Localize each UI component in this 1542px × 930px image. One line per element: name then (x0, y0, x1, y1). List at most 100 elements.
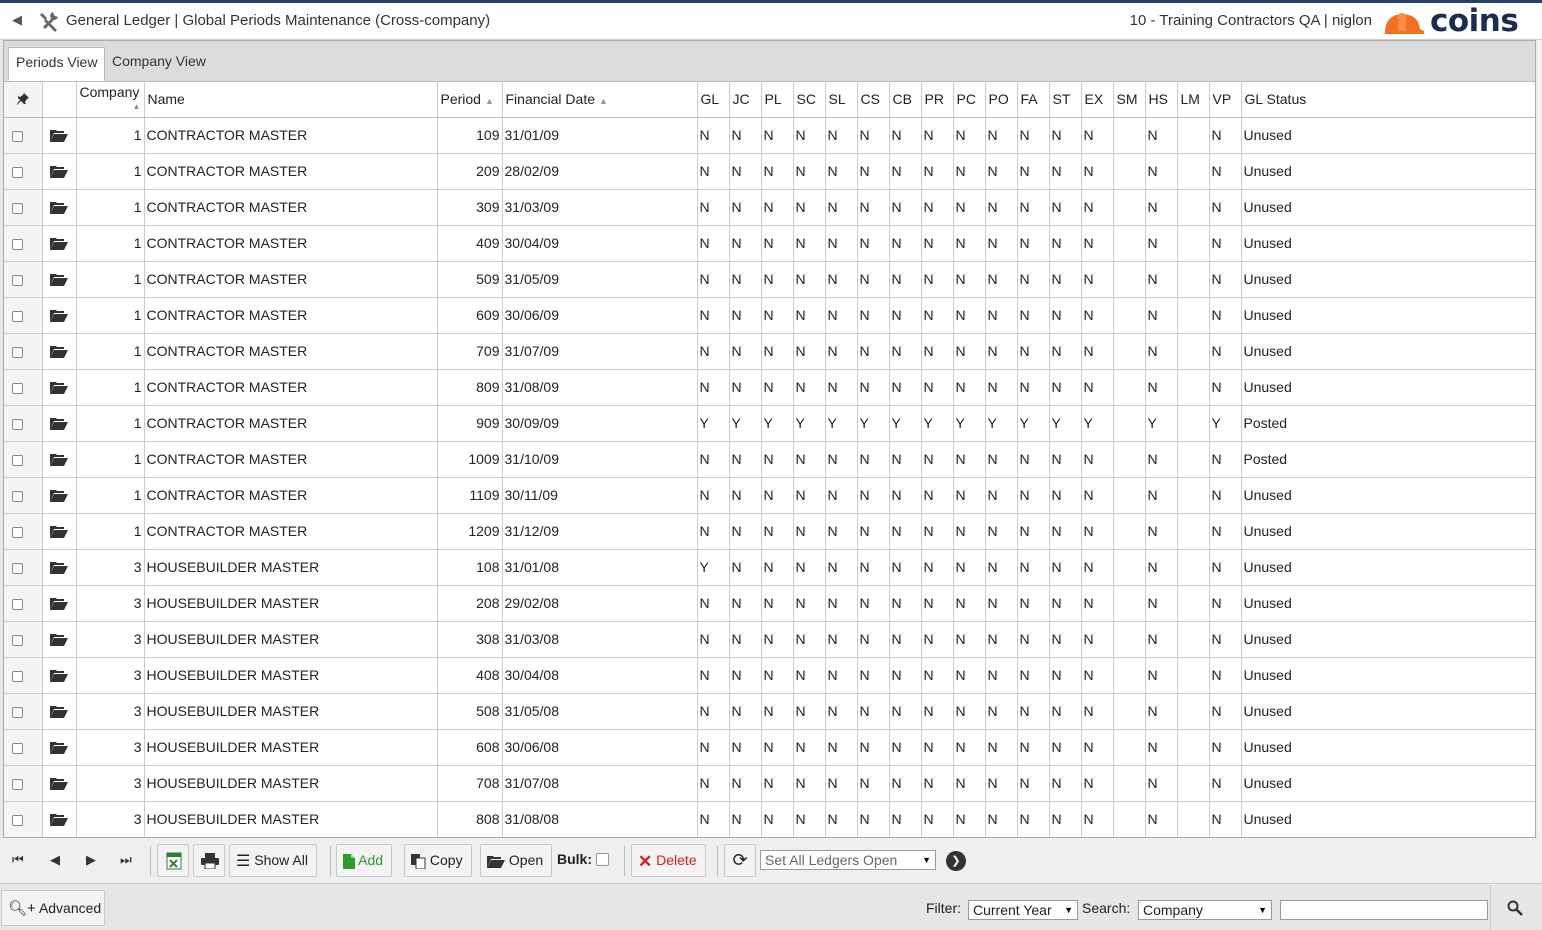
tab-periods-view[interactable]: Periods View (8, 47, 106, 81)
table-row[interactable]: 1 CONTRACTOR MASTER 209 28/02/09 N N N N N N N N N N N… (4, 153, 1535, 190)
column-header-company[interactable]: Company ▲ (76, 82, 145, 118)
folder-open-icon[interactable] (50, 597, 68, 610)
folder-open-icon[interactable] (50, 813, 68, 826)
folder-open-icon[interactable] (50, 309, 68, 322)
row-checkbox[interactable] (12, 598, 23, 610)
row-select-cell[interactable] (4, 585, 43, 622)
open-record-cell[interactable] (42, 585, 77, 622)
column-header-name[interactable]: Name (144, 82, 438, 118)
open-record-cell[interactable] (42, 297, 77, 334)
next-page-button[interactable]: ▶ (86, 852, 96, 868)
row-select-cell[interactable] (4, 261, 43, 298)
row-checkbox[interactable] (12, 526, 23, 538)
folder-open-icon[interactable] (50, 489, 68, 502)
folder-open-icon[interactable] (50, 345, 68, 358)
table-row[interactable]: 1 CONTRACTOR MASTER 1109 30/11/09 N N N N N N N N N N… (4, 477, 1535, 514)
folder-open-icon[interactable] (50, 777, 68, 790)
row-checkbox[interactable] (12, 166, 23, 178)
column-header-sl[interactable]: SL (825, 82, 858, 118)
row-checkbox[interactable] (12, 202, 23, 214)
folder-open-icon[interactable] (50, 237, 68, 250)
folder-open-icon[interactable] (50, 633, 68, 646)
open-record-cell[interactable] (42, 621, 77, 658)
row-checkbox[interactable] (12, 238, 23, 250)
table-row[interactable]: 3 HOUSEBUILDER MASTER 408 30/04/08 N N N N N N N N N… (4, 657, 1535, 694)
table-row[interactable]: 3 HOUSEBUILDER MASTER 208 29/02/08 N N N N N N N N N… (4, 585, 1535, 622)
row-select-cell[interactable] (4, 189, 43, 226)
column-header-lm[interactable]: LM (1177, 82, 1210, 118)
column-header-cs[interactable]: CS (857, 82, 890, 118)
table-row[interactable]: 3 HOUSEBUILDER MASTER 808 31/08/08 N N N N N N N N N… (4, 801, 1535, 837)
row-checkbox[interactable] (12, 418, 23, 430)
open-record-cell[interactable] (42, 261, 77, 298)
row-select-cell[interactable] (4, 765, 43, 802)
column-header-vp[interactable]: VP (1209, 82, 1242, 118)
go-arrow-button[interactable]: ❯ (946, 851, 966, 871)
row-select-cell[interactable] (4, 441, 43, 478)
open-record-cell[interactable] (42, 189, 77, 226)
row-checkbox[interactable] (12, 706, 23, 718)
row-checkbox[interactable] (12, 562, 23, 574)
folder-open-icon[interactable] (50, 381, 68, 394)
search-button[interactable] (1490, 885, 1542, 930)
folder-open-icon[interactable] (50, 165, 68, 178)
table-row[interactable]: 3 HOUSEBUILDER MASTER 108 31/01/08 Y N N N N N N N N… (4, 549, 1535, 586)
row-select-cell[interactable] (4, 225, 43, 262)
table-row[interactable]: 3 HOUSEBUILDER MASTER 308 31/03/08 N N N N N N N N N… (4, 621, 1535, 658)
column-header-pc[interactable]: PC (953, 82, 986, 118)
open-record-cell[interactable] (42, 801, 77, 837)
table-row[interactable]: 3 HOUSEBUILDER MASTER 508 31/05/08 N N N N N N N N N… (4, 693, 1535, 730)
column-header-hs[interactable]: HS (1145, 82, 1178, 118)
column-header-po[interactable]: PO (985, 82, 1018, 118)
open-record-cell[interactable] (42, 729, 77, 766)
column-header-ex[interactable]: EX (1081, 82, 1114, 118)
row-checkbox[interactable] (12, 454, 23, 466)
open-record-cell[interactable] (42, 657, 77, 694)
table-row[interactable]: 1 CONTRACTOR MASTER 409 30/04/09 N N N N N N N N N N N… (4, 225, 1535, 262)
show-all-button[interactable]: ☰ Show All (229, 844, 317, 877)
row-checkbox[interactable] (12, 634, 23, 646)
row-select-cell[interactable] (4, 333, 43, 370)
table-row[interactable]: 1 CONTRACTOR MASTER 609 30/06/09 N N N N N N N N N N N… (4, 297, 1535, 334)
filter-select[interactable]: Current Year ▼ (968, 900, 1078, 920)
row-checkbox[interactable] (12, 274, 23, 286)
row-select-cell[interactable] (4, 405, 43, 442)
last-page-button[interactable]: ⏭ (120, 852, 132, 868)
open-record-cell[interactable] (42, 693, 77, 730)
row-select-cell[interactable] (4, 549, 43, 586)
folder-open-icon[interactable] (50, 741, 68, 754)
row-checkbox[interactable] (12, 130, 23, 142)
table-row[interactable]: 3 HOUSEBUILDER MASTER 708 31/07/08 N N N N N N N N N… (4, 765, 1535, 802)
table-row[interactable]: 1 CONTRACTOR MASTER 309 31/03/09 N N N N N N N N N N N… (4, 189, 1535, 226)
column-header-gl[interactable]: GL (697, 82, 730, 118)
table-row[interactable]: 1 CONTRACTOR MASTER 509 31/05/09 N N N N N N N N N N N… (4, 261, 1535, 298)
folder-open-icon[interactable] (50, 273, 68, 286)
row-select-cell[interactable] (4, 693, 43, 730)
column-header-sc[interactable]: SC (793, 82, 826, 118)
column-header-period[interactable]: Period ▲ (437, 82, 503, 118)
open-record-cell[interactable] (42, 117, 77, 154)
table-row[interactable]: 1 CONTRACTOR MASTER 709 31/07/09 N N N N N N N N N N N… (4, 333, 1535, 370)
column-header-financial-date[interactable]: Financial Date ▲ (502, 82, 698, 118)
bulk-checkbox[interactable] (596, 853, 609, 866)
column-header-cb[interactable]: CB (889, 82, 922, 118)
row-select-cell[interactable] (4, 297, 43, 334)
search-field-select[interactable]: Company ▼ (1138, 900, 1272, 920)
table-row[interactable]: 1 CONTRACTOR MASTER 909 30/09/09 Y Y Y Y Y Y Y Y Y Y Y… (4, 405, 1535, 442)
folder-open-icon[interactable] (50, 129, 68, 142)
copy-button[interactable]: Copy (404, 844, 472, 877)
row-select-cell[interactable] (4, 801, 43, 837)
folder-open-icon[interactable] (50, 417, 68, 430)
column-header-gl-status[interactable]: GL Status (1241, 82, 1535, 118)
row-select-cell[interactable] (4, 729, 43, 766)
open-record-cell[interactable] (42, 441, 77, 478)
folder-open-icon[interactable] (50, 201, 68, 214)
open-record-cell[interactable] (42, 333, 77, 370)
row-checkbox[interactable] (12, 742, 23, 754)
open-record-cell[interactable] (42, 513, 77, 550)
row-checkbox[interactable] (12, 778, 23, 790)
open-record-cell[interactable] (42, 549, 77, 586)
folder-open-icon[interactable] (50, 453, 68, 466)
advanced-search-button[interactable]: 🔍︎+ Advanced (1, 890, 105, 926)
column-header-pr[interactable]: PR (921, 82, 954, 118)
